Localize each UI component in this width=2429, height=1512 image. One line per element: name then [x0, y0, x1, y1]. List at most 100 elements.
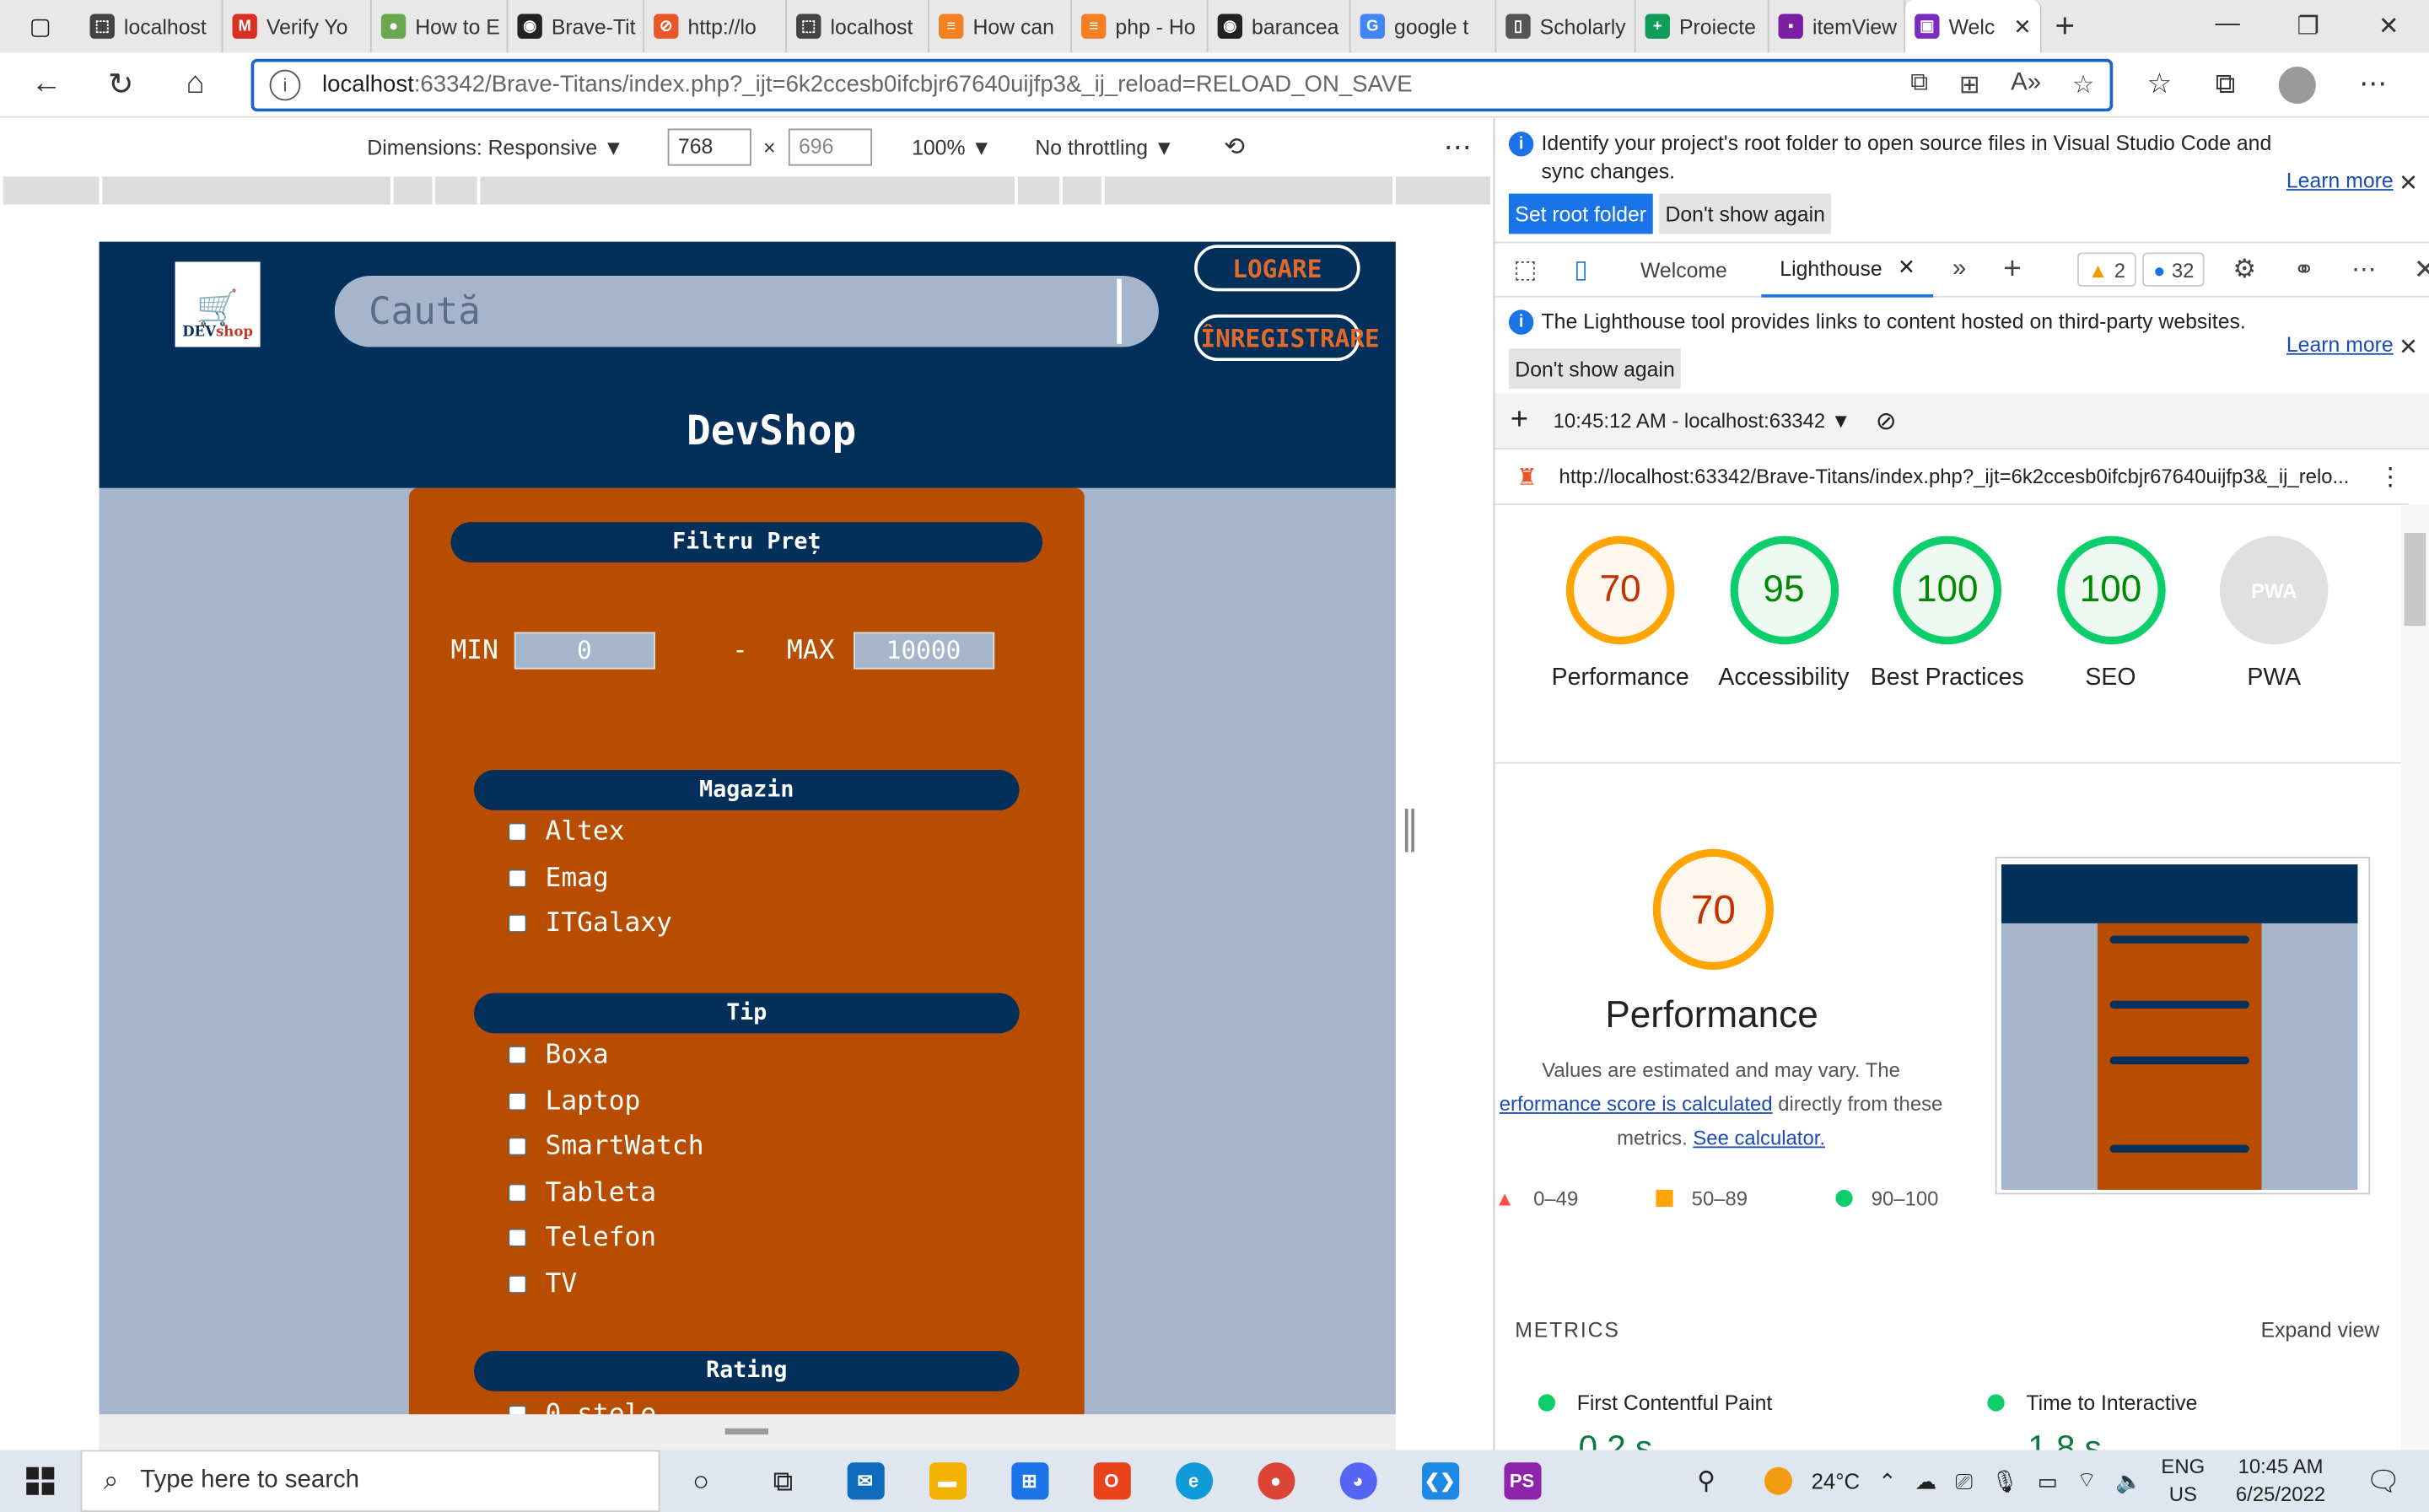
browser-tab[interactable]: Ggoogle t	[1351, 0, 1497, 53]
score-gauge[interactable]: 95	[1729, 535, 1839, 645]
taskbar-search-box[interactable]: ⌕ Type here to search	[80, 1450, 660, 1512]
cortana-icon[interactable]: ○	[660, 1450, 741, 1512]
type-checkbox[interactable]	[508, 1228, 527, 1247]
minimize-button[interactable]: —	[2187, 11, 2268, 42]
close-window-button[interactable]: ✕	[2348, 11, 2429, 42]
expand-view-toggle[interactable]: Expand view	[2261, 1318, 2380, 1342]
report-menu-icon[interactable]: ⋮	[2378, 461, 2402, 492]
browser-tab[interactable]: ● How to E	[372, 0, 509, 53]
more-tabs-icon[interactable]: »	[1934, 242, 1985, 298]
back-button[interactable]: ←	[9, 67, 83, 102]
mail-icon[interactable]: ✉	[824, 1450, 906, 1512]
see-calculator-link[interactable]: See calculator.	[1693, 1127, 1825, 1150]
score-gauge[interactable]: 100	[2056, 535, 2165, 645]
browser-tab[interactable]: ◉ barancea	[1209, 0, 1351, 53]
close-lighthouse-tab-icon[interactable]: ✕	[1898, 256, 1915, 280]
start-button[interactable]	[0, 1466, 81, 1495]
read-aloud-icon[interactable]: A»	[2011, 69, 2041, 100]
close-infobar-icon[interactable]: ✕	[2399, 169, 2418, 196]
height-input[interactable]: 696	[788, 128, 872, 166]
weather-icon[interactable]	[1764, 1466, 1793, 1495]
store-icon[interactable]: ⊞	[988, 1450, 1070, 1512]
new-tab-button[interactable]: +	[2042, 6, 2088, 46]
store-option[interactable]: Emag	[508, 859, 609, 896]
type-checkbox[interactable]	[508, 1274, 527, 1294]
score-label[interactable]: Accessibility	[1699, 661, 1869, 695]
browser-tab[interactable]: ◉ Brave-Tit	[508, 0, 645, 53]
vscode-icon[interactable]: ❮❯	[1399, 1450, 1481, 1512]
report-selector[interactable]: 10:45:12 AM - localhost:63342 ▼	[1554, 409, 1851, 433]
browser-tab[interactable]: ▪ itemView	[1769, 0, 1906, 53]
apps-icon[interactable]: ⊞	[1959, 69, 1980, 100]
browser-tab[interactable]: ⊘ http://lo	[644, 0, 788, 53]
tab-active[interactable]: ▣ Welc ✕	[1905, 0, 2042, 53]
add-tab-icon[interactable]: +	[1985, 242, 2040, 298]
learn-more-link[interactable]: Learn more	[2286, 333, 2394, 357]
close-infobar-icon[interactable]: ✕	[2399, 333, 2418, 361]
store-checkbox[interactable]	[508, 868, 527, 887]
site-search-input[interactable]: Caută	[334, 276, 1159, 347]
rating-option[interactable]: 0 stele	[508, 1396, 656, 1415]
browser-tab[interactable]: ≡ php - Ho	[1072, 0, 1209, 53]
url-field[interactable]: i localhost :63342/Brave-Titans/index.ph…	[250, 57, 2114, 111]
rotate-icon[interactable]: ⟲	[1224, 132, 1245, 163]
width-input[interactable]: 768	[667, 128, 751, 166]
dimensions-dropdown[interactable]: Dimensions: Responsive ▼	[367, 136, 623, 159]
add-favorite-icon[interactable]: ☆	[2072, 69, 2094, 100]
new-report-icon[interactable]: +	[1511, 403, 1528, 439]
type-checkbox[interactable]	[508, 1046, 527, 1065]
messages-badge[interactable]: ● 32	[2142, 252, 2205, 287]
type-option[interactable]: SmartWatch	[508, 1127, 704, 1165]
dont-show-again-button[interactable]: Don't show again	[1508, 348, 1682, 390]
type-option[interactable]: Tableta	[508, 1174, 656, 1211]
inspect-element-icon[interactable]: ⬚	[1495, 242, 1555, 298]
rating-checkbox[interactable]	[508, 1405, 527, 1415]
home-button[interactable]: ⌂	[158, 67, 232, 102]
clock[interactable]: 10:45 AM 6/25/2022	[2236, 1453, 2325, 1509]
store-checkbox[interactable]	[508, 822, 527, 842]
score-label[interactable]: SEO	[2025, 661, 2195, 695]
device-toolbar-icon[interactable]: ▯	[1555, 242, 1606, 298]
wifi-icon[interactable]: ⌔	[2076, 1467, 2097, 1495]
people-icon[interactable]: ⚲	[1697, 1466, 1715, 1497]
media-query-bar[interactable]	[3, 176, 1490, 205]
customize-icon[interactable]: ⚭	[2275, 242, 2333, 298]
edge-icon[interactable]: e	[1153, 1450, 1235, 1512]
set-root-folder-button[interactable]: Set root folder	[1508, 193, 1653, 234]
tab-lighthouse[interactable]: Lighthouse ✕	[1761, 242, 1934, 298]
store-option[interactable]: ITGalaxy	[508, 905, 672, 942]
battery-icon[interactable]: ▭	[2038, 1468, 2058, 1494]
language-indicator[interactable]: ENG US	[2161, 1453, 2205, 1509]
devshop-logo[interactable]: 🛒 DEVshop	[175, 261, 261, 347]
profile-avatar[interactable]	[2278, 66, 2316, 104]
login-button[interactable]: LOGARE	[1194, 245, 1360, 292]
viewport-resize-handle-bottom[interactable]	[99, 1414, 1396, 1450]
file-explorer-icon[interactable]: ▬	[906, 1450, 988, 1512]
type-option[interactable]: Telefon	[508, 1219, 656, 1256]
type-option[interactable]: TV	[508, 1265, 577, 1302]
site-info-icon[interactable]: i	[269, 68, 301, 100]
type-checkbox[interactable]	[508, 1091, 527, 1111]
maximize-button[interactable]: ❐	[2268, 11, 2349, 42]
type-option[interactable]: Boxa	[508, 1036, 609, 1073]
store-checkbox[interactable]	[508, 913, 527, 933]
browser-tab[interactable]: + Proiecte	[1636, 0, 1769, 53]
reload-button[interactable]: ↻	[83, 65, 158, 104]
more-options-icon[interactable]: ⋯	[1444, 131, 1472, 164]
score-gauge[interactable]: 70	[1565, 535, 1675, 645]
device-icon[interactable]: ⎚	[1955, 1468, 1973, 1494]
temperature[interactable]: 24°C	[1812, 1469, 1860, 1493]
score-gauge[interactable]: 100	[1893, 535, 2002, 645]
show-hidden-icons[interactable]: ⌃	[1878, 1468, 1897, 1494]
score-gauge[interactable]: PWA	[2219, 535, 2329, 645]
browser-tab[interactable]: ▯ Scholarly	[1496, 0, 1636, 53]
zoom-dropdown[interactable]: 100% ▼	[912, 136, 992, 159]
browser-tab[interactable]: ⬚ localhost	[787, 0, 930, 53]
min-price-input[interactable]: 0	[514, 632, 655, 670]
dont-show-again-button[interactable]: Don't show again	[1659, 193, 1832, 234]
tab-actions-button[interactable]: ▢	[0, 0, 81, 52]
phpstorm-icon[interactable]: PS	[1481, 1450, 1563, 1512]
store-option[interactable]: Altex	[508, 813, 625, 850]
browser-tab[interactable]: ≡ How can	[929, 0, 1072, 53]
score-label[interactable]: Performance	[1535, 661, 1705, 695]
